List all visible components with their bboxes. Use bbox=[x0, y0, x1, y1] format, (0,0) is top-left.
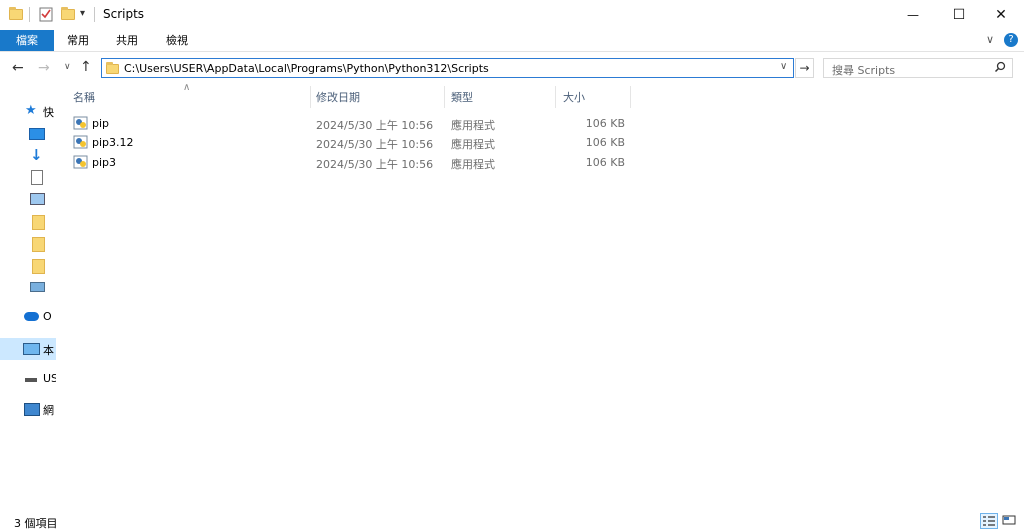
file-type: 應用程式 bbox=[451, 119, 495, 132]
minimize-button[interactable]: — bbox=[890, 0, 936, 30]
maximize-icon: ☐ bbox=[952, 7, 966, 23]
python-executable-icon bbox=[73, 115, 89, 134]
nav-item-folder[interactable] bbox=[23, 234, 56, 254]
file-size: 106 KB bbox=[585, 156, 625, 169]
nav-item-network-drive[interactable] bbox=[23, 278, 56, 298]
column-header-name[interactable]: 名稱 bbox=[73, 89, 95, 109]
address-path[interactable]: C:\Users\USER\AppData\Local\Programs\Pyt… bbox=[124, 62, 489, 75]
close-button[interactable]: ✕ bbox=[978, 0, 1024, 30]
search-icon[interactable] bbox=[994, 61, 1006, 76]
document-icon bbox=[31, 170, 43, 185]
column-divider[interactable] bbox=[444, 86, 445, 108]
network-icon bbox=[24, 403, 40, 416]
navigation-pane: ★ 快 ↓ O 本 US 網 bbox=[0, 95, 56, 510]
file-row[interactable]: pip3 2024/5/30 上午 10:56 應用程式 106 KB bbox=[69, 153, 629, 172]
properties-icon[interactable] bbox=[39, 7, 53, 22]
file-name: pip3 bbox=[92, 156, 117, 169]
column-header-type[interactable]: 類型 bbox=[451, 89, 473, 109]
up-icon[interactable]: ↑ bbox=[80, 59, 92, 75]
back-icon[interactable]: ← bbox=[12, 60, 24, 76]
file-type: 應用程式 bbox=[451, 158, 495, 171]
picture-icon bbox=[30, 193, 45, 205]
search-input[interactable]: 搜尋 Scripts bbox=[832, 62, 895, 78]
folder-icon bbox=[106, 62, 119, 74]
nav-item-quick-access[interactable]: ★ 快 bbox=[23, 102, 56, 122]
tab-share[interactable]: 共用 bbox=[107, 30, 147, 51]
address-bar[interactable]: C:\Users\USER\AppData\Local\Programs\Pyt… bbox=[101, 58, 794, 78]
nav-item-onedrive[interactable]: O bbox=[23, 308, 56, 328]
file-size: 106 KB bbox=[585, 136, 625, 149]
item-count: 3 個項目 bbox=[14, 517, 58, 530]
file-name: pip bbox=[92, 117, 110, 130]
column-divider[interactable] bbox=[630, 86, 631, 108]
network-drive-icon bbox=[30, 282, 45, 292]
python-executable-icon bbox=[73, 134, 89, 153]
star-icon: ★ bbox=[25, 103, 37, 118]
status-bar: 3 個項目 bbox=[0, 512, 1024, 532]
folder-icon bbox=[32, 259, 45, 274]
forward-icon[interactable]: → bbox=[38, 60, 50, 76]
search-box[interactable]: 搜尋 Scripts bbox=[823, 58, 1013, 78]
large-icons-view-button[interactable] bbox=[1001, 513, 1019, 529]
file-modified: 2024/5/30 上午 10:56 bbox=[316, 138, 434, 151]
nav-label: O bbox=[43, 310, 52, 323]
file-row[interactable]: pip3.12 2024/5/30 上午 10:56 應用程式 106 KB bbox=[69, 133, 629, 152]
go-arrow-icon: → bbox=[799, 61, 810, 75]
tab-view[interactable]: 檢視 bbox=[157, 30, 197, 51]
ribbon-tabs: 檔案 常用 共用 檢視 ∨ ? bbox=[0, 30, 1024, 52]
divider bbox=[29, 7, 30, 22]
file-type: 應用程式 bbox=[451, 138, 495, 151]
folder-icon bbox=[32, 215, 45, 230]
close-icon: ✕ bbox=[995, 7, 1007, 23]
column-header-size[interactable]: 大小 bbox=[563, 89, 585, 109]
cloud-icon bbox=[24, 312, 39, 321]
nav-item-network[interactable]: 網 bbox=[23, 400, 56, 420]
nav-item-usb[interactable]: US bbox=[23, 370, 56, 390]
tab-file[interactable]: 檔案 bbox=[0, 30, 54, 51]
expand-ribbon-icon[interactable]: ∨ bbox=[986, 33, 994, 46]
folder-icon bbox=[9, 7, 23, 21]
nav-item-folder[interactable] bbox=[23, 256, 56, 276]
nav-item-downloads[interactable]: ↓ bbox=[23, 146, 56, 166]
sort-ascending-icon: ∧ bbox=[183, 82, 191, 93]
usb-drive-icon bbox=[25, 378, 37, 382]
column-header-modified[interactable]: 修改日期 bbox=[316, 89, 360, 109]
file-modified: 2024/5/30 上午 10:56 bbox=[316, 119, 434, 132]
help-icon[interactable]: ? bbox=[1004, 33, 1018, 47]
nav-label: US bbox=[43, 372, 56, 385]
nav-item-pictures[interactable] bbox=[23, 190, 56, 210]
customize-toolbar-icon[interactable]: ▾ bbox=[80, 8, 85, 19]
nav-label: 本 bbox=[43, 344, 54, 357]
nav-item-folder[interactable] bbox=[23, 212, 56, 232]
nav-item-this-pc[interactable]: 本 bbox=[23, 340, 56, 360]
file-row[interactable]: pip 2024/5/30 上午 10:56 應用程式 106 KB bbox=[69, 114, 629, 133]
file-size: 106 KB bbox=[585, 117, 625, 130]
address-dropdown-icon[interactable]: ∨ bbox=[780, 61, 787, 72]
nav-item-desktop[interactable] bbox=[23, 124, 56, 144]
nav-label: 快 bbox=[43, 106, 54, 119]
nav-label: 網 bbox=[43, 404, 54, 417]
computer-icon bbox=[23, 343, 40, 355]
new-folder-icon[interactable] bbox=[61, 7, 75, 21]
python-executable-icon bbox=[73, 154, 89, 173]
details-view-icon bbox=[983, 516, 995, 526]
column-divider[interactable] bbox=[555, 86, 556, 108]
folder-icon bbox=[32, 237, 45, 252]
title-bar: ▾ Scripts — ☐ ✕ bbox=[0, 0, 1024, 30]
window-title: Scripts bbox=[103, 7, 145, 21]
tab-home[interactable]: 常用 bbox=[58, 30, 98, 51]
divider bbox=[94, 7, 95, 22]
download-icon: ↓ bbox=[30, 146, 43, 164]
go-button[interactable]: → bbox=[795, 58, 814, 78]
file-name: pip3.12 bbox=[92, 136, 134, 149]
details-view-button[interactable] bbox=[980, 513, 998, 529]
large-icons-view-icon bbox=[1002, 515, 1016, 525]
file-modified: 2024/5/30 上午 10:56 bbox=[316, 158, 434, 171]
maximize-button[interactable]: ☐ bbox=[936, 0, 982, 30]
column-divider[interactable] bbox=[310, 86, 311, 108]
minimize-icon: — bbox=[907, 8, 919, 22]
nav-item-documents[interactable] bbox=[23, 168, 56, 188]
desktop-icon bbox=[29, 128, 45, 140]
recent-locations-icon[interactable]: ∨ bbox=[64, 62, 71, 72]
